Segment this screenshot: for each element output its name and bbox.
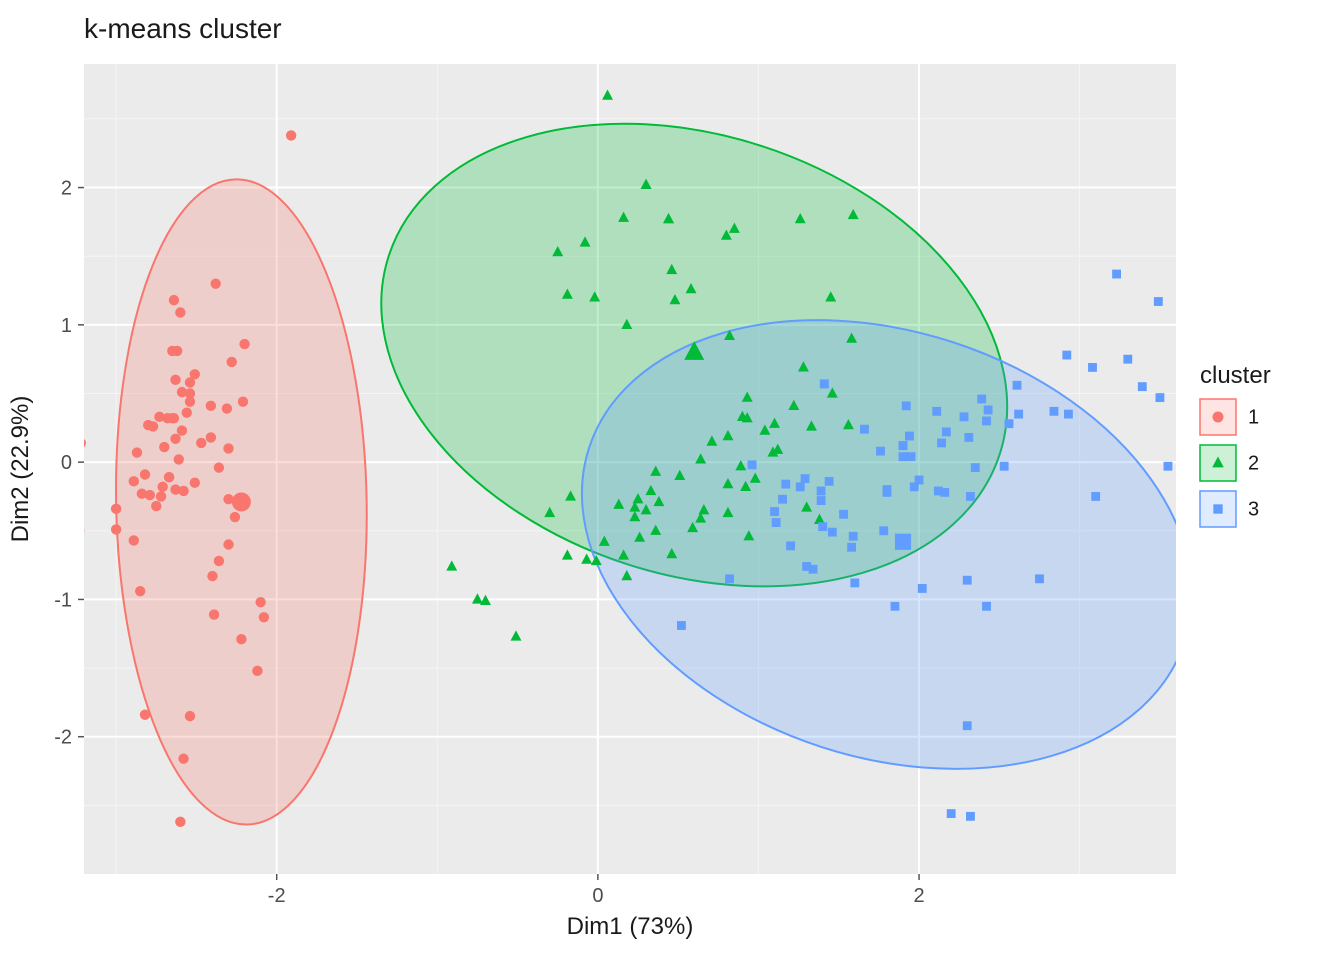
y-tick-label: -1 (54, 589, 72, 611)
chart-container: -2 0 2 -2 -1 0 1 2 Dim1 (73%) Dim2 (22.9%) k-means… (0, 0, 1344, 960)
cluster-centroid-3 (895, 534, 911, 550)
cluster-centroid-1 (232, 492, 251, 511)
plot-title: k-means cluster (84, 13, 282, 44)
legend-title: cluster (1200, 362, 1271, 389)
legend-key-1 (1200, 399, 1236, 435)
x-axis-title: Dim1 (73%) (567, 913, 694, 940)
legend-key-3 (1200, 491, 1236, 527)
legend-key-2 (1200, 445, 1236, 481)
cluster-scatter-plot: -2 0 2 -2 -1 0 1 2 Dim1 (73%) Dim2 (22.9%) k-means… (0, 0, 1344, 960)
y-tick-label: 0 (61, 452, 72, 474)
x-tick-label: -2 (268, 885, 286, 907)
y-axis-title: Dim2 (22.9%) (7, 396, 34, 543)
x-tick-label: 0 (592, 885, 603, 907)
legend-label: 3 (1248, 498, 1259, 520)
y-tick-label: 2 (61, 178, 72, 200)
y-tick-label: 1 (61, 315, 72, 337)
y-tick-label: -2 (54, 727, 72, 749)
x-tick-label: 2 (913, 885, 924, 907)
legend-label: 2 (1248, 452, 1259, 474)
legend-label: 1 (1248, 406, 1259, 428)
